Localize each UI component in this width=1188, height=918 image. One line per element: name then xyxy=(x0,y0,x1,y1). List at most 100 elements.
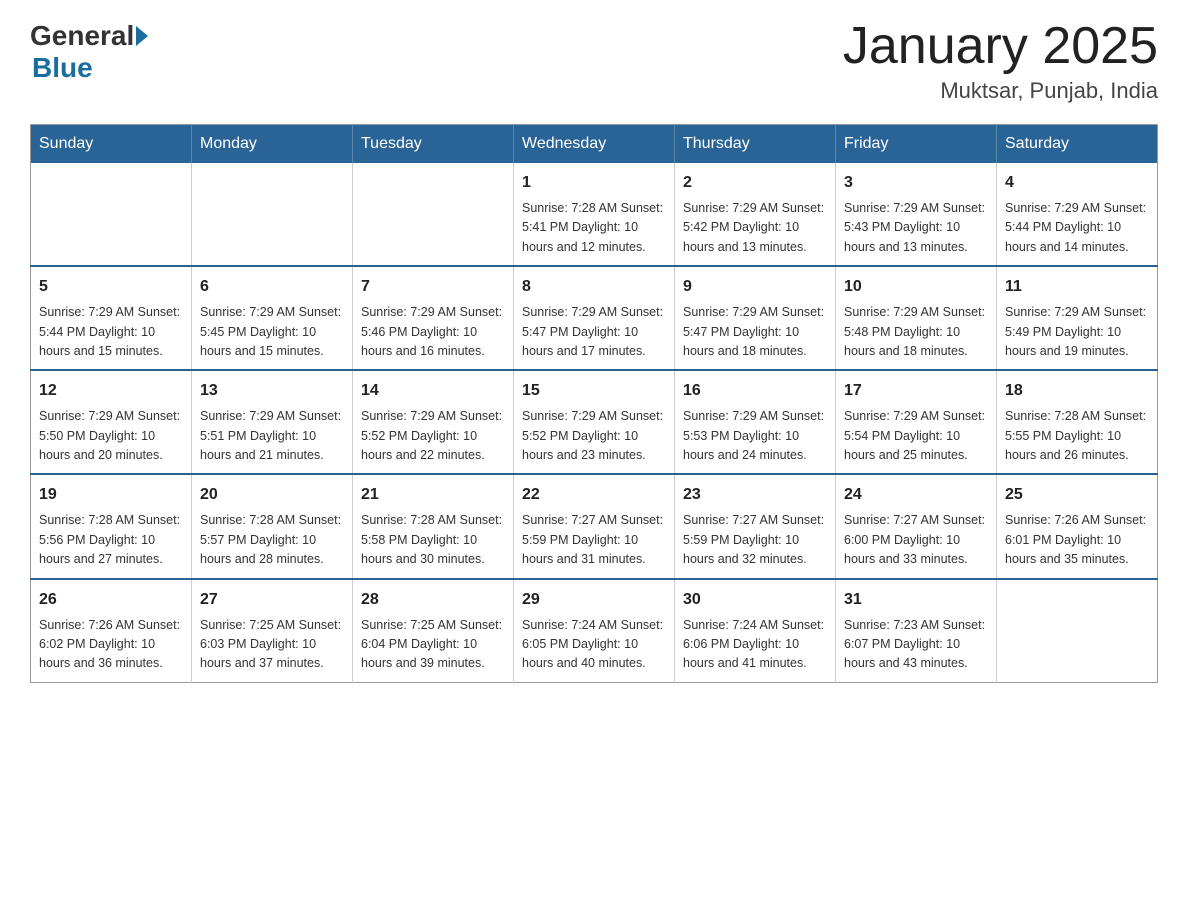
day-number: 10 xyxy=(844,275,988,299)
calendar-cell: 23 Sunrise: 7:27 AM Sunset: 5:59 PM Dayli… xyxy=(675,474,836,578)
calendar-week-row: 19 Sunrise: 7:28 AM Sunset: 5:56 PM Dayli… xyxy=(31,474,1158,578)
page-header: General Blue January 2025 Muktsar, Punja… xyxy=(30,20,1158,104)
calendar-cell: 10 Sunrise: 7:29 AM Sunset: 5:48 PM Dayli… xyxy=(836,266,997,370)
day-number: 27 xyxy=(200,588,344,612)
calendar-day-header: Wednesday xyxy=(514,125,675,164)
day-info: Sunrise: 7:29 AM Sunset: 5:52 PM Dayligh… xyxy=(522,407,666,465)
day-number: 2 xyxy=(683,171,827,195)
day-number: 11 xyxy=(1005,275,1149,299)
day-number: 9 xyxy=(683,275,827,299)
calendar-cell: 8 Sunrise: 7:29 AM Sunset: 5:47 PM Daylig… xyxy=(514,266,675,370)
day-info: Sunrise: 7:28 AM Sunset: 5:55 PM Dayligh… xyxy=(1005,407,1149,465)
day-info: Sunrise: 7:29 AM Sunset: 5:45 PM Dayligh… xyxy=(200,303,344,361)
logo-general: General xyxy=(30,20,134,52)
calendar-cell xyxy=(31,163,192,266)
day-info: Sunrise: 7:27 AM Sunset: 5:59 PM Dayligh… xyxy=(683,511,827,569)
day-number: 29 xyxy=(522,588,666,612)
day-number: 19 xyxy=(39,483,183,507)
calendar-cell: 27 Sunrise: 7:25 AM Sunset: 6:03 PM Dayli… xyxy=(192,579,353,683)
day-number: 26 xyxy=(39,588,183,612)
calendar-cell: 4Sunrise: 7:29 AM Sunset: 5:44 PM Daylig… xyxy=(997,163,1158,266)
calendar-cell: 18 Sunrise: 7:28 AM Sunset: 5:55 PM Dayli… xyxy=(997,370,1158,474)
calendar-cell: 20 Sunrise: 7:28 AM Sunset: 5:57 PM Dayli… xyxy=(192,474,353,578)
day-info: Sunrise: 7:29 AM Sunset: 5:47 PM Dayligh… xyxy=(683,303,827,361)
calendar-cell: 2Sunrise: 7:29 AM Sunset: 5:42 PM Daylig… xyxy=(675,163,836,266)
day-number: 16 xyxy=(683,379,827,403)
day-info: Sunrise: 7:29 AM Sunset: 5:46 PM Dayligh… xyxy=(361,303,505,361)
day-info: Sunrise: 7:28 AM Sunset: 5:56 PM Dayligh… xyxy=(39,511,183,569)
day-number: 22 xyxy=(522,483,666,507)
day-number: 15 xyxy=(522,379,666,403)
day-info: Sunrise: 7:29 AM Sunset: 5:44 PM Dayligh… xyxy=(39,303,183,361)
calendar-cell: 30Sunrise: 7:24 AM Sunset: 6:06 PM Dayli… xyxy=(675,579,836,683)
calendar-cell: 21 Sunrise: 7:28 AM Sunset: 5:58 PM Dayli… xyxy=(353,474,514,578)
calendar-cell xyxy=(192,163,353,266)
calendar-day-header: Tuesday xyxy=(353,125,514,164)
day-number: 3 xyxy=(844,171,988,195)
calendar-cell xyxy=(353,163,514,266)
day-info: Sunrise: 7:27 AM Sunset: 5:59 PM Dayligh… xyxy=(522,511,666,569)
day-info: Sunrise: 7:29 AM Sunset: 5:49 PM Dayligh… xyxy=(1005,303,1149,361)
day-number: 23 xyxy=(683,483,827,507)
calendar-cell: 16 Sunrise: 7:29 AM Sunset: 5:53 PM Dayli… xyxy=(675,370,836,474)
calendar-cell: 3 Sunrise: 7:29 AM Sunset: 5:43 PM Daylig… xyxy=(836,163,997,266)
logo-arrow-icon xyxy=(136,26,148,46)
calendar-cell: 17 Sunrise: 7:29 AM Sunset: 5:54 PM Dayli… xyxy=(836,370,997,474)
day-number: 24 xyxy=(844,483,988,507)
day-info: Sunrise: 7:29 AM Sunset: 5:48 PM Dayligh… xyxy=(844,303,988,361)
day-number: 13 xyxy=(200,379,344,403)
logo-text: General xyxy=(30,20,148,52)
calendar-day-header: Thursday xyxy=(675,125,836,164)
day-info: Sunrise: 7:26 AM Sunset: 6:01 PM Dayligh… xyxy=(1005,511,1149,569)
day-number: 17 xyxy=(844,379,988,403)
day-info: Sunrise: 7:28 AM Sunset: 5:58 PM Dayligh… xyxy=(361,511,505,569)
day-number: 14 xyxy=(361,379,505,403)
day-info: Sunrise: 7:29 AM Sunset: 5:52 PM Dayligh… xyxy=(361,407,505,465)
day-info: Sunrise: 7:27 AM Sunset: 6:00 PM Dayligh… xyxy=(844,511,988,569)
day-info: Sunrise: 7:29 AM Sunset: 5:54 PM Dayligh… xyxy=(844,407,988,465)
day-info: Sunrise: 7:26 AM Sunset: 6:02 PM Dayligh… xyxy=(39,616,183,674)
day-number: 1 xyxy=(522,171,666,195)
location: Muktsar, Punjab, India xyxy=(843,78,1158,104)
calendar-cell: 1Sunrise: 7:28 AM Sunset: 5:41 PM Daylig… xyxy=(514,163,675,266)
day-number: 18 xyxy=(1005,379,1149,403)
calendar-cell: 12 Sunrise: 7:29 AM Sunset: 5:50 PM Dayli… xyxy=(31,370,192,474)
logo-blue: Blue xyxy=(32,52,93,83)
day-info: Sunrise: 7:25 AM Sunset: 6:04 PM Dayligh… xyxy=(361,616,505,674)
calendar-cell: 15 Sunrise: 7:29 AM Sunset: 5:52 PM Dayli… xyxy=(514,370,675,474)
day-number: 21 xyxy=(361,483,505,507)
day-info: Sunrise: 7:29 AM Sunset: 5:50 PM Dayligh… xyxy=(39,407,183,465)
day-number: 8 xyxy=(522,275,666,299)
calendar-cell: 9 Sunrise: 7:29 AM Sunset: 5:47 PM Daylig… xyxy=(675,266,836,370)
day-number: 12 xyxy=(39,379,183,403)
logo: General Blue xyxy=(30,20,148,84)
calendar-cell: 22 Sunrise: 7:27 AM Sunset: 5:59 PM Dayli… xyxy=(514,474,675,578)
calendar-week-row: 5 Sunrise: 7:29 AM Sunset: 5:44 PM Daylig… xyxy=(31,266,1158,370)
day-info: Sunrise: 7:29 AM Sunset: 5:47 PM Dayligh… xyxy=(522,303,666,361)
day-number: 6 xyxy=(200,275,344,299)
calendar-cell: 25Sunrise: 7:26 AM Sunset: 6:01 PM Dayli… xyxy=(997,474,1158,578)
calendar-cell: 31Sunrise: 7:23 AM Sunset: 6:07 PM Dayli… xyxy=(836,579,997,683)
day-number: 7 xyxy=(361,275,505,299)
calendar-cell: 26 Sunrise: 7:26 AM Sunset: 6:02 PM Dayli… xyxy=(31,579,192,683)
day-info: Sunrise: 7:29 AM Sunset: 5:53 PM Dayligh… xyxy=(683,407,827,465)
calendar-cell: 13 Sunrise: 7:29 AM Sunset: 5:51 PM Dayli… xyxy=(192,370,353,474)
day-info: Sunrise: 7:29 AM Sunset: 5:43 PM Dayligh… xyxy=(844,199,988,257)
calendar-table: SundayMondayTuesdayWednesdayThursdayFrid… xyxy=(30,124,1158,683)
calendar-week-row: 12 Sunrise: 7:29 AM Sunset: 5:50 PM Dayli… xyxy=(31,370,1158,474)
day-number: 30 xyxy=(683,588,827,612)
day-info: Sunrise: 7:29 AM Sunset: 5:51 PM Dayligh… xyxy=(200,407,344,465)
day-info: Sunrise: 7:24 AM Sunset: 6:05 PM Dayligh… xyxy=(522,616,666,674)
day-info: Sunrise: 7:25 AM Sunset: 6:03 PM Dayligh… xyxy=(200,616,344,674)
day-number: 28 xyxy=(361,588,505,612)
calendar-day-header: Monday xyxy=(192,125,353,164)
calendar-cell: 29 Sunrise: 7:24 AM Sunset: 6:05 PM Dayli… xyxy=(514,579,675,683)
title-section: January 2025 Muktsar, Punjab, India xyxy=(843,20,1158,104)
calendar-cell: 24 Sunrise: 7:27 AM Sunset: 6:00 PM Dayli… xyxy=(836,474,997,578)
calendar-cell: 6 Sunrise: 7:29 AM Sunset: 5:45 PM Daylig… xyxy=(192,266,353,370)
day-number: 5 xyxy=(39,275,183,299)
day-info: Sunrise: 7:28 AM Sunset: 5:57 PM Dayligh… xyxy=(200,511,344,569)
day-number: 4 xyxy=(1005,171,1149,195)
calendar-cell xyxy=(997,579,1158,683)
day-number: 20 xyxy=(200,483,344,507)
